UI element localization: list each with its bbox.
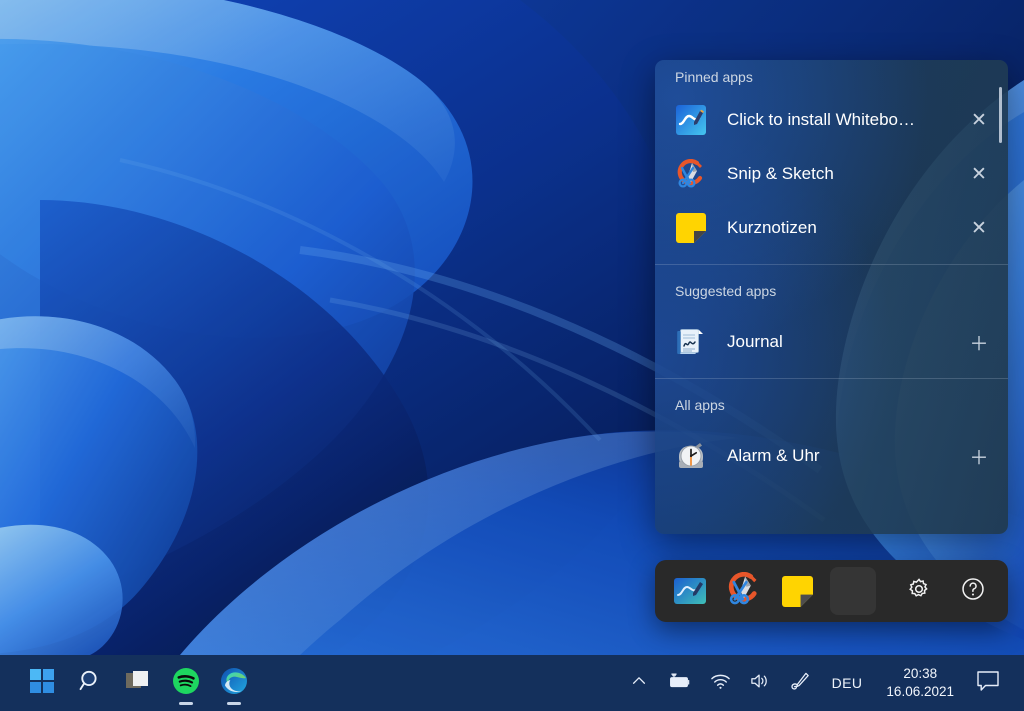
- chat-bubble-icon: [975, 669, 1001, 698]
- app-row-whiteboard[interactable]: Click to install Whitebo… ✕: [655, 93, 1008, 147]
- sticky-notes-icon: [675, 212, 707, 244]
- help-circle-icon: [960, 576, 986, 607]
- whiteboard-icon: [674, 578, 707, 604]
- pen-toolbar-whiteboard-button[interactable]: [669, 569, 712, 613]
- alarm-clock-icon: [675, 440, 707, 472]
- taskbar[interactable]: DEU 20:38 16.06.2021: [0, 655, 1024, 711]
- clock-date: 16.06.2021: [886, 684, 954, 699]
- pen-menu-icon: [789, 671, 811, 696]
- system-tray: DEU 20:38 16.06.2021: [621, 661, 1024, 705]
- app-label: Alarm & Uhr: [727, 446, 820, 465]
- section-all-apps: All apps Alarm & Uhr ＋: [655, 379, 1008, 483]
- close-icon[interactable]: ✕: [964, 105, 994, 135]
- tray-volume-button[interactable]: [740, 661, 780, 705]
- desktop: Pinned apps Click to install Whitebo… ✕: [0, 0, 1024, 711]
- section-suggested-apps: Suggested apps Journal ＋: [655, 265, 1008, 369]
- taskbar-start-button[interactable]: [18, 659, 66, 707]
- tray-battery-button[interactable]: [657, 661, 701, 705]
- app-label: Journal: [727, 332, 783, 351]
- pen-toolbar-blank-tile[interactable]: [829, 567, 876, 615]
- windows-start-icon: [30, 668, 54, 698]
- section-header-pinned: Pinned apps: [675, 68, 753, 85]
- journal-icon: [675, 326, 707, 358]
- section-header-all-apps: All apps: [675, 396, 725, 413]
- tray-clock[interactable]: 20:38 16.06.2021: [874, 661, 966, 705]
- app-label: Snip & Sketch: [727, 164, 834, 183]
- gear-icon: [907, 577, 931, 606]
- add-icon[interactable]: ＋: [964, 327, 994, 357]
- section-header-suggested: Suggested apps: [675, 282, 777, 299]
- snip-and-sketch-icon: [675, 158, 707, 190]
- pen-toolbar-sticky-notes-button[interactable]: [776, 569, 819, 613]
- spotify-icon: [172, 667, 200, 700]
- app-label: Kurznotizen: [727, 218, 817, 237]
- tray-language-indicator[interactable]: DEU: [820, 661, 875, 705]
- taskbar-search-button[interactable]: [66, 659, 114, 707]
- close-icon[interactable]: ✕: [964, 159, 994, 189]
- pen-toolbar-settings-button[interactable]: [898, 569, 941, 613]
- taskbar-task-view-button[interactable]: [114, 659, 162, 707]
- battery-charging-icon: [666, 672, 692, 695]
- chevron-up-icon: [630, 672, 648, 695]
- app-row-alarm-uhr[interactable]: Alarm & Uhr ＋: [655, 429, 1008, 483]
- tray-overflow-button[interactable]: [621, 661, 657, 705]
- section-pinned-apps: Pinned apps Click to install Whitebo… ✕: [655, 60, 1008, 255]
- running-indicator: [179, 702, 193, 705]
- clock-time: 20:38: [903, 666, 938, 682]
- pen-toolbar-help-button[interactable]: [951, 569, 994, 613]
- app-row-journal[interactable]: Journal ＋: [655, 315, 1008, 369]
- tray-pen-menu-button[interactable]: [780, 661, 820, 705]
- tray-notifications-button[interactable]: [966, 661, 1010, 705]
- search-icon: [78, 668, 103, 698]
- sticky-notes-icon: [781, 575, 813, 607]
- app-label: Click to install Whitebo…: [727, 110, 916, 129]
- taskbar-app-buttons: [0, 659, 258, 707]
- speaker-icon: [749, 672, 771, 695]
- close-icon[interactable]: ✕: [964, 213, 994, 243]
- app-row-kurznotizen[interactable]: Kurznotizen ✕: [655, 201, 1008, 255]
- pen-toolbar-snip-button[interactable]: [723, 569, 766, 613]
- taskbar-edge-button[interactable]: [210, 659, 258, 707]
- task-view-icon: [125, 668, 151, 699]
- add-icon[interactable]: ＋: [964, 441, 994, 471]
- pen-menu-flyout[interactable]: Pinned apps Click to install Whitebo… ✕: [655, 60, 1008, 534]
- tray-network-button[interactable]: [701, 661, 740, 705]
- microsoft-edge-icon: [220, 667, 248, 700]
- taskbar-spotify-button[interactable]: [162, 659, 210, 707]
- snip-and-sketch-icon: [727, 571, 761, 611]
- wifi-icon: [710, 672, 731, 695]
- pen-toolbar[interactable]: [655, 560, 1008, 622]
- app-row-snip-and-sketch[interactable]: Snip & Sketch ✕: [655, 147, 1008, 201]
- whiteboard-icon: [675, 104, 707, 136]
- running-indicator: [227, 702, 241, 705]
- vertical-scrollbar[interactable]: [999, 87, 1002, 143]
